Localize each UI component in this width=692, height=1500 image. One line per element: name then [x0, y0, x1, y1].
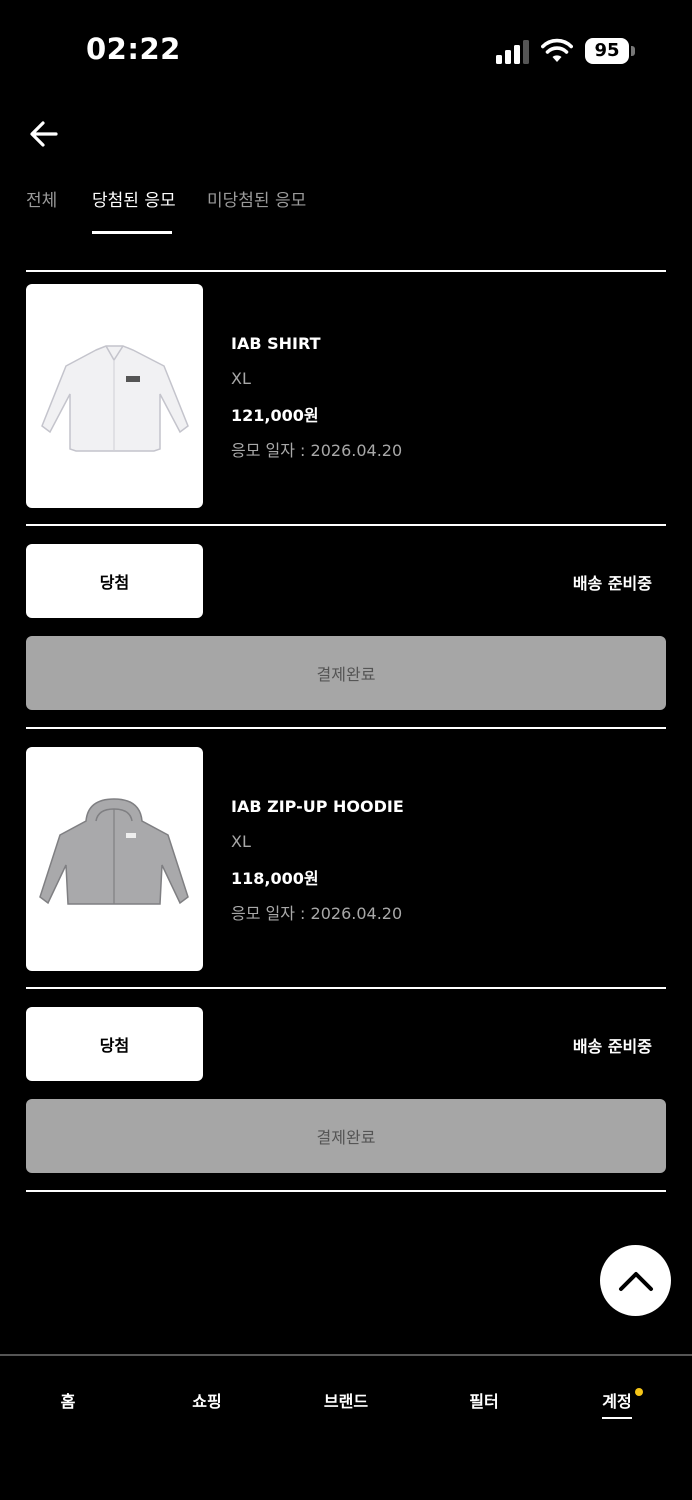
shipping-status: 배송 준비중	[572, 1037, 652, 1056]
divider	[26, 727, 666, 729]
status-time: 02:22	[86, 32, 181, 66]
product-name[interactable]: IAB SHIRT	[231, 334, 320, 353]
notification-dot	[635, 1388, 643, 1396]
payment-complete-button[interactable]: 결제완료	[26, 636, 666, 710]
battery-level: 95	[594, 40, 620, 61]
shirt-image	[41, 345, 189, 452]
nav-shopping[interactable]: 쇼핑	[157, 1388, 257, 1412]
tab-all[interactable]: 전체	[26, 186, 57, 211]
entry-date: 응모 일자 : 2026.04.20	[231, 441, 403, 460]
divider	[26, 270, 666, 272]
active-tab-indicator	[92, 231, 172, 234]
active-nav-indicator	[602, 1417, 632, 1419]
payment-complete-button[interactable]: 결제완료	[26, 1099, 666, 1173]
divider	[26, 987, 666, 989]
result-badge: 당첨	[26, 1007, 203, 1081]
bottom-navigation: 홈 쇼핑 브랜드 필터 계정	[0, 1354, 692, 1500]
nav-brand[interactable]: 브랜드	[296, 1388, 396, 1412]
hoodie-image	[39, 798, 189, 905]
scroll-to-top-button[interactable]	[600, 1245, 671, 1316]
result-badge: 당첨	[26, 544, 203, 618]
nav-home[interactable]: 홈	[18, 1388, 118, 1412]
shipping-status: 배송 준비중	[572, 574, 652, 593]
product-image-hoodie[interactable]	[26, 747, 203, 971]
divider	[26, 1190, 666, 1192]
wifi-icon	[541, 38, 573, 62]
nav-filter[interactable]: 필터	[434, 1388, 534, 1412]
tab-lost-entries[interactable]: 미당첨된 응모	[207, 186, 306, 211]
back-button[interactable]	[26, 116, 62, 152]
chevron-up-icon	[618, 1271, 653, 1291]
cellular-signal-icon	[496, 40, 529, 64]
product-name[interactable]: IAB ZIP-UP HOODIE	[231, 797, 404, 816]
arrow-left-icon	[30, 121, 58, 147]
nav-account[interactable]: 계정	[567, 1388, 667, 1412]
product-price: 118,000원	[231, 869, 319, 888]
status-bar: 02:22 95	[0, 0, 692, 100]
product-size: XL	[231, 369, 251, 388]
tab-won-entries[interactable]: 당첨된 응모	[92, 186, 176, 211]
entry-date: 응모 일자 : 2026.04.20	[231, 904, 403, 923]
product-price: 121,000원	[231, 406, 319, 425]
product-image-shirt[interactable]	[26, 284, 203, 508]
product-size: XL	[231, 832, 251, 851]
divider	[26, 524, 666, 526]
battery-indicator: 95	[585, 38, 635, 64]
